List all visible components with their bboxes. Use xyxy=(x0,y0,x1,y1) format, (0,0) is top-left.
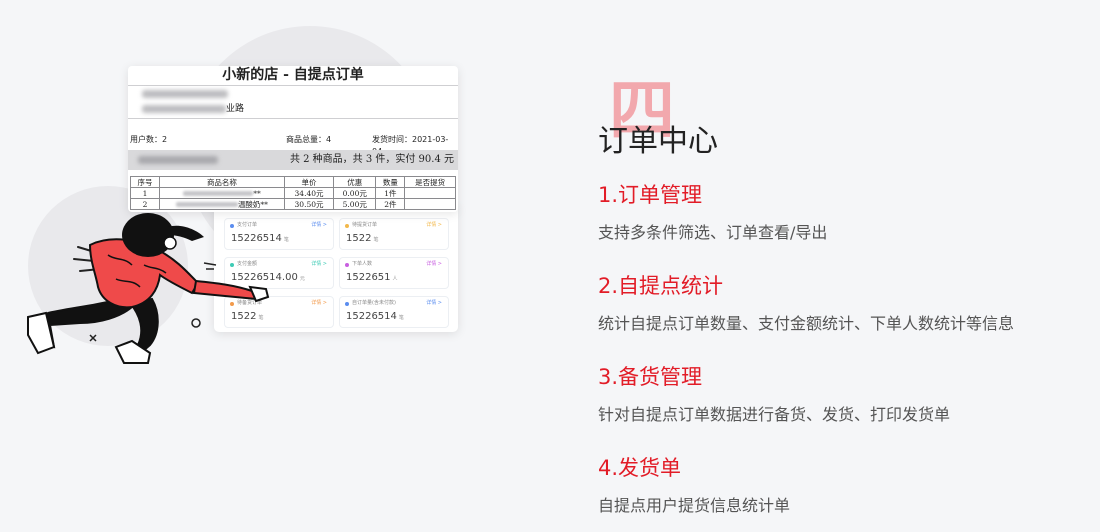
feature-desc-order-management: 支持多条件筛选、订单查看/导出 xyxy=(598,223,828,242)
order-title: 小新的店 - 自提点订单 xyxy=(222,67,364,83)
stat-label: 自订单量(含未付款) xyxy=(352,300,396,306)
table-cell xyxy=(404,187,456,199)
table-header-cell: 是否提货 xyxy=(404,176,456,188)
table-cell: 2件 xyxy=(375,198,406,210)
table-header-cell: 数量 xyxy=(375,176,406,188)
page-title: 订单中心 xyxy=(598,124,718,159)
stat-card-total-orders: 自订单量(含未付款) 详情 > 15226514 笔 xyxy=(339,296,449,328)
table-header-cell: 单价 xyxy=(283,176,335,188)
stat-detail-link[interactable]: 详情 > xyxy=(426,299,442,307)
stat-detail-link[interactable]: 详情 > xyxy=(311,299,327,307)
table-header-cell: 商品名称 xyxy=(158,176,285,188)
stat-value: 1522 笔 xyxy=(346,233,379,244)
stat-dot xyxy=(345,263,349,267)
feature-desc-stock-management: 针对自提点订单数据进行备货、发货、打印发货单 xyxy=(598,405,951,424)
order-summary: 共 2 种商品，共 3 件，实付 90.4 元 xyxy=(289,154,454,165)
stat-label: 下单人数 xyxy=(352,261,373,267)
feature-desc-pickup-stats: 统计自提点订单数量、支付金额统计、下单人数统计等信息 xyxy=(598,314,1015,333)
order-document: 小新的店 - 自提点订单 业路 用户数：2 商品总量：4 发货时间：2021-0… xyxy=(128,66,458,212)
table-cell: 30.50元 xyxy=(283,198,335,210)
table-cell: 0.00元 xyxy=(333,187,377,199)
stat-detail-link[interactable]: 详情 > xyxy=(311,221,327,229)
table-header-cell: 序号 xyxy=(130,176,160,188)
feature-title-stock-management: 3.备货管理 xyxy=(598,365,703,389)
blurred-text xyxy=(138,156,218,164)
table-cell xyxy=(404,198,456,210)
user-count: 用户数：2 xyxy=(130,135,168,144)
stat-dot xyxy=(345,302,349,306)
table-cell: 34.40元 xyxy=(283,187,335,199)
feature-title-delivery-note: 4.发货单 xyxy=(598,456,682,480)
address-suffix: 业路 xyxy=(226,104,245,114)
stat-value: 1522651 人 xyxy=(346,272,398,283)
blurred-text xyxy=(142,90,228,98)
stat-dot xyxy=(345,224,349,228)
stat-detail-link[interactable]: 详情 > xyxy=(426,221,442,229)
blurred-text xyxy=(142,105,226,113)
running-person-illustration xyxy=(27,213,270,364)
stat-detail-link[interactable]: 详情 > xyxy=(311,260,327,268)
feature-title-pickup-stats: 2.自提点统计 xyxy=(598,274,724,298)
table-cell: 1件 xyxy=(375,187,406,199)
table-header-cell: 优惠 xyxy=(333,176,377,188)
divider xyxy=(128,85,458,86)
feature-title-order-management: 1.订单管理 xyxy=(598,183,703,207)
stat-card-buyers: 下单人数 详情 > 1522651 人 xyxy=(339,257,449,289)
stat-value: 15226514 笔 xyxy=(346,311,404,322)
stat-detail-link[interactable]: 详情 > xyxy=(426,260,442,268)
stat-card-pickup-orders: 待提货订单 详情 > 1522 笔 xyxy=(339,218,449,250)
divider xyxy=(128,118,458,119)
total-goods: 商品总量：4 xyxy=(286,135,332,144)
table-cell: 5.00元 xyxy=(333,198,377,210)
feature-desc-delivery-note: 自提点用户提货信息统计单 xyxy=(598,496,791,515)
page: 小新的店 - 自提点订单 业路 用户数：2 商品总量：4 发货时间：2021-0… xyxy=(0,0,1100,532)
stat-label: 待提货订单 xyxy=(352,222,378,228)
table-header-row: 序号 商品名称 单价 优惠 数量 是否提货 xyxy=(130,176,456,188)
